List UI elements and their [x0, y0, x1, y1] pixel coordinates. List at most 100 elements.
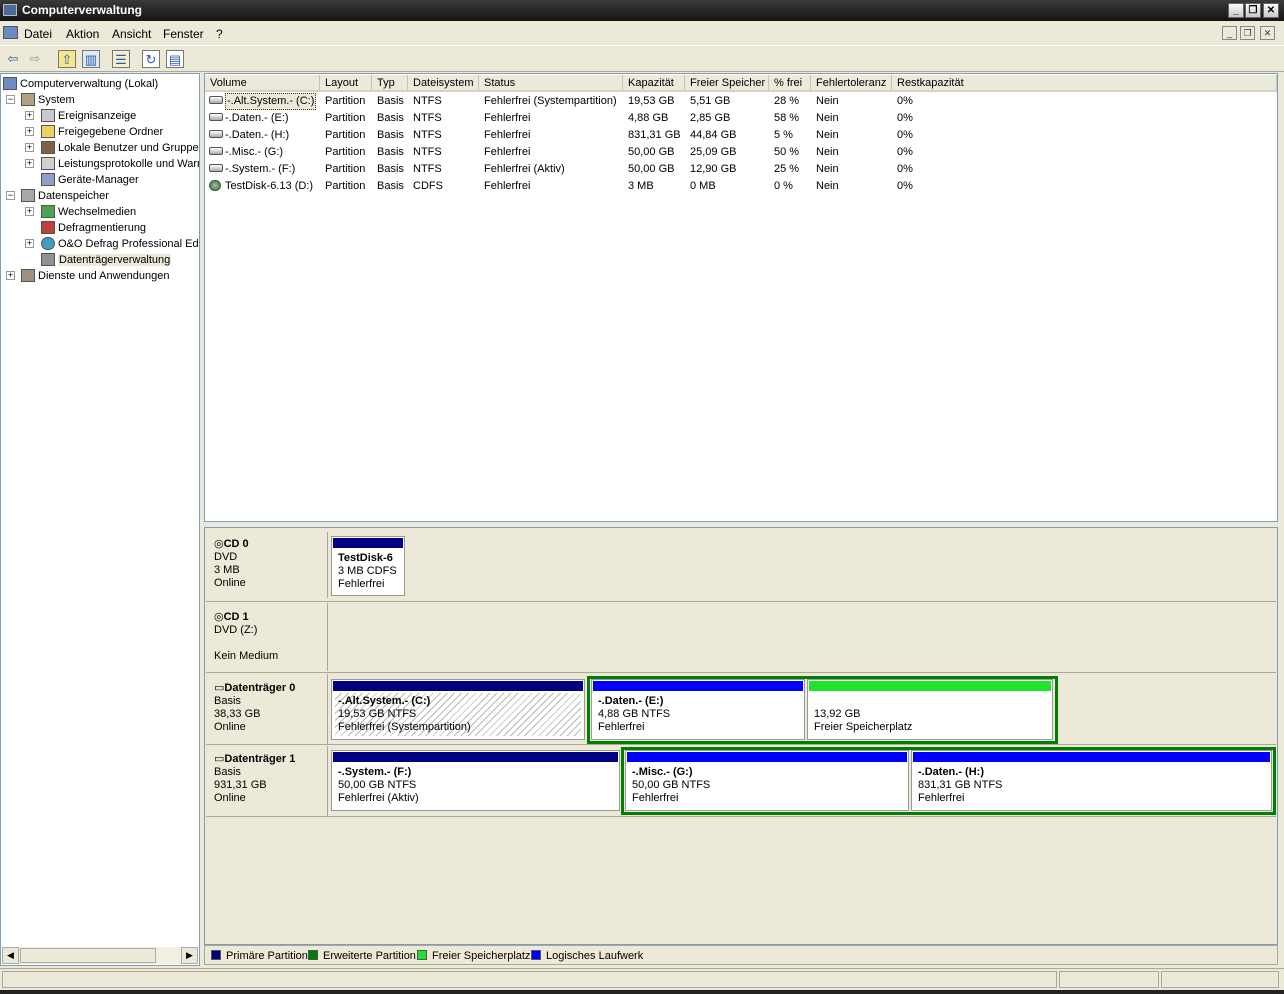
extended-swatch — [308, 950, 318, 960]
table-cell: Fehlerfrei (Systempartition) — [484, 95, 617, 107]
table-row[interactable]: -.Misc.- (G:) Partition Basis NTFS Fehlerfre… — [206, 144, 1276, 161]
table-row[interactable]: TestDisk-6.13 (D:) Partition Basis CDFS Fehl… — [206, 178, 1276, 195]
up-folder-icon[interactable]: ⇧ — [58, 50, 76, 68]
device-manager-icon — [41, 173, 55, 186]
child-restore-button[interactable]: ❐ — [1240, 26, 1255, 40]
table-row[interactable]: -.Daten.- (E:) Partition Basis NTFS Fehlerfr… — [206, 110, 1276, 127]
expand-benutzer-icon[interactable]: + — [25, 143, 34, 152]
table-cell: Fehlerfrei — [484, 112, 531, 124]
col-dateisystem[interactable]: Dateisystem — [408, 75, 479, 92]
cd-drive-icon: ◎ — [214, 611, 224, 623]
col-status[interactable]: Status — [479, 75, 623, 92]
tree-item-lokale-benutzer[interactable]: Lokale Benutzer und Gruppen — [41, 140, 199, 156]
tree-item-ereignisanzeige[interactable]: Ereignisanzeige — [41, 108, 136, 124]
tree-item-defragmentierung[interactable]: Defragmentierung — [41, 220, 146, 236]
table-cell: 58 % — [774, 112, 800, 124]
col-layout[interactable]: Layout — [320, 75, 372, 92]
table-cell: -.System.- (F:) — [225, 163, 296, 175]
table-cell: 0% — [897, 112, 913, 124]
volume-list: Volume Layout Typ Dateisystem Status Kap… — [204, 73, 1278, 522]
table-cell: 19,53 GB — [628, 95, 675, 107]
tree-item-wechselmedien[interactable]: Wechselmedien — [41, 204, 136, 220]
help-icon[interactable]: ▤ — [166, 50, 184, 68]
show-hide-tree-icon[interactable]: ▥ — [82, 50, 100, 68]
partition-h[interactable]: -.Daten.- (H:) 831,31 GB NTFS Fehlerfrei — [911, 750, 1272, 811]
tree-item-freigegebene-ordner[interactable]: Freigegebene Ordner — [41, 124, 163, 140]
table-row[interactable]: -.Daten.- (H:) Partition Basis NTFS Fehlerfr… — [206, 127, 1276, 144]
menu-fenster[interactable]: Fenster — [163, 27, 204, 41]
tree-item-oo-defrag[interactable]: O&O Defrag Professional Edition — [41, 236, 199, 252]
computer-management-icon — [3, 4, 17, 16]
disk-label-datentraeger0[interactable]: ▭Datenträger 0 Basis 38,33 GB Online — [206, 674, 328, 744]
col-prozent-frei[interactable]: % frei — [769, 75, 811, 92]
table-cell: 25,09 GB — [690, 146, 737, 158]
table-cell: CDFS — [413, 180, 443, 192]
legend-free: Freier Speicherplatz — [417, 950, 530, 962]
forward-arrow-icon[interactable]: ⇨ — [26, 50, 44, 68]
child-close-button[interactable]: ✕ — [1260, 26, 1275, 40]
menu-ansicht[interactable]: Ansicht — [112, 27, 151, 41]
restore-button[interactable]: ❐ — [1245, 3, 1261, 18]
partition-f[interactable]: -.System.- (F:) 50,00 GB NTFS Fehlerfrei (… — [331, 750, 620, 811]
table-cell: NTFS — [413, 95, 442, 107]
expand-oodefrag-icon[interactable]: + — [25, 239, 34, 248]
child-minimize-button[interactable]: _ — [1222, 26, 1237, 40]
tree-item-system[interactable]: System — [21, 92, 75, 108]
tree-item-datentraegerverwaltung[interactable]: Datenträgerverwaltung — [41, 252, 172, 268]
col-fehlertoleranz[interactable]: Fehlertoleranz — [811, 75, 892, 92]
toolbar: ⇦ ⇨ ⇧ ▥ ☰ ↻ ▤ — [0, 45, 1284, 72]
expand-freigaben-icon[interactable]: + — [25, 127, 34, 136]
free-swatch — [417, 950, 427, 960]
table-cell: Partition — [325, 112, 366, 124]
expand-wechsel-icon[interactable]: + — [25, 207, 34, 216]
partition-e[interactable]: -.Daten.- (E:) 4,88 GB NTFS Fehlerfrei — [591, 679, 805, 740]
disk-label-datentraeger1[interactable]: ▭Datenträger 1 Basis 931,31 GB Online — [206, 746, 328, 816]
refresh-icon[interactable]: ↻ — [142, 50, 160, 68]
menu-aktion[interactable]: Aktion — [66, 27, 99, 41]
table-cell: 0 MB — [690, 180, 716, 192]
cd-volume-icon — [209, 180, 221, 191]
partition-free-space[interactable]: 13,92 GB Freier Speicherplatz — [807, 679, 1053, 740]
scroll-left-icon[interactable]: ◀ — [2, 947, 19, 964]
tree-item-leistungsprotokolle[interactable]: Leistungsprotokolle und Warnungen — [41, 156, 199, 172]
col-kapazitaet[interactable]: Kapazität — [623, 75, 685, 92]
tree-horizontal-scrollbar[interactable]: ◀ ▶ — [2, 947, 198, 964]
table-cell: 50,00 GB — [628, 163, 675, 175]
expand-ereignis-icon[interactable]: + — [25, 111, 34, 120]
volume-icon — [209, 113, 223, 121]
scroll-right-icon[interactable]: ▶ — [181, 947, 198, 964]
tree-item-geraete-manager[interactable]: Geräte-Manager — [41, 172, 139, 188]
title-bar[interactable]: Computerverwaltung _ ❐ ✕ — [0, 0, 1284, 21]
table-row[interactable]: -.Alt.System.- (C:) Partition Basis NTFS Feh… — [206, 93, 1276, 110]
tree-item-datenspeicher[interactable]: Datenspeicher — [21, 188, 109, 204]
computer-icon — [3, 77, 17, 90]
tree-item-dienste[interactable]: Dienste und Anwendungen — [21, 268, 170, 284]
collapse-system-icon[interactable]: − — [6, 95, 15, 104]
table-row[interactable]: -.System.- (F:) Partition Basis NTFS Fehlerf… — [206, 161, 1276, 178]
expand-dienste-icon[interactable]: + — [6, 271, 15, 280]
tree-item-root[interactable]: Computerverwaltung (Lokal) — [3, 76, 158, 92]
menu-datei[interactable]: Datei — [24, 27, 52, 41]
menu-help[interactable]: ? — [216, 27, 223, 41]
properties-icon[interactable]: ☰ — [112, 50, 130, 68]
col-volume[interactable]: Volume — [205, 75, 320, 92]
col-freier-speicher[interactable]: Freier Speicher — [685, 75, 769, 92]
partition-testdisk[interactable]: TestDisk-6 3 MB CDFS Fehlerfrei — [331, 536, 405, 596]
table-cell: Nein — [816, 146, 839, 158]
minimize-button[interactable]: _ — [1228, 3, 1244, 18]
expand-leistung-icon[interactable]: + — [25, 159, 34, 168]
col-restkapazitaet[interactable]: Restkapazität — [892, 75, 1277, 92]
volume-icon — [209, 96, 223, 104]
scroll-thumb[interactable] — [20, 948, 156, 963]
partition-g[interactable]: -.Misc.- (G:) 50,00 GB NTFS Fehlerfrei — [625, 750, 909, 811]
col-typ[interactable]: Typ — [372, 75, 408, 92]
back-arrow-icon[interactable]: ⇦ — [4, 50, 22, 68]
status-panel-main — [2, 971, 1057, 988]
event-viewer-icon — [41, 109, 55, 122]
partition-c[interactable]: -.Alt.System.- (C:) 19,53 GB NTFS Fehlerfr… — [331, 679, 585, 740]
collapse-datenspeicher-icon[interactable]: − — [6, 191, 15, 200]
disk-label-cd1[interactable]: ◎CD 1 DVD (Z:) Kein Medium — [206, 603, 328, 671]
table-cell: -.Misc.- (G:) — [225, 146, 284, 158]
disk-label-cd0[interactable]: ◎CD 0 DVD 3 MB Online — [206, 532, 328, 598]
close-button[interactable]: ✕ — [1263, 3, 1279, 18]
